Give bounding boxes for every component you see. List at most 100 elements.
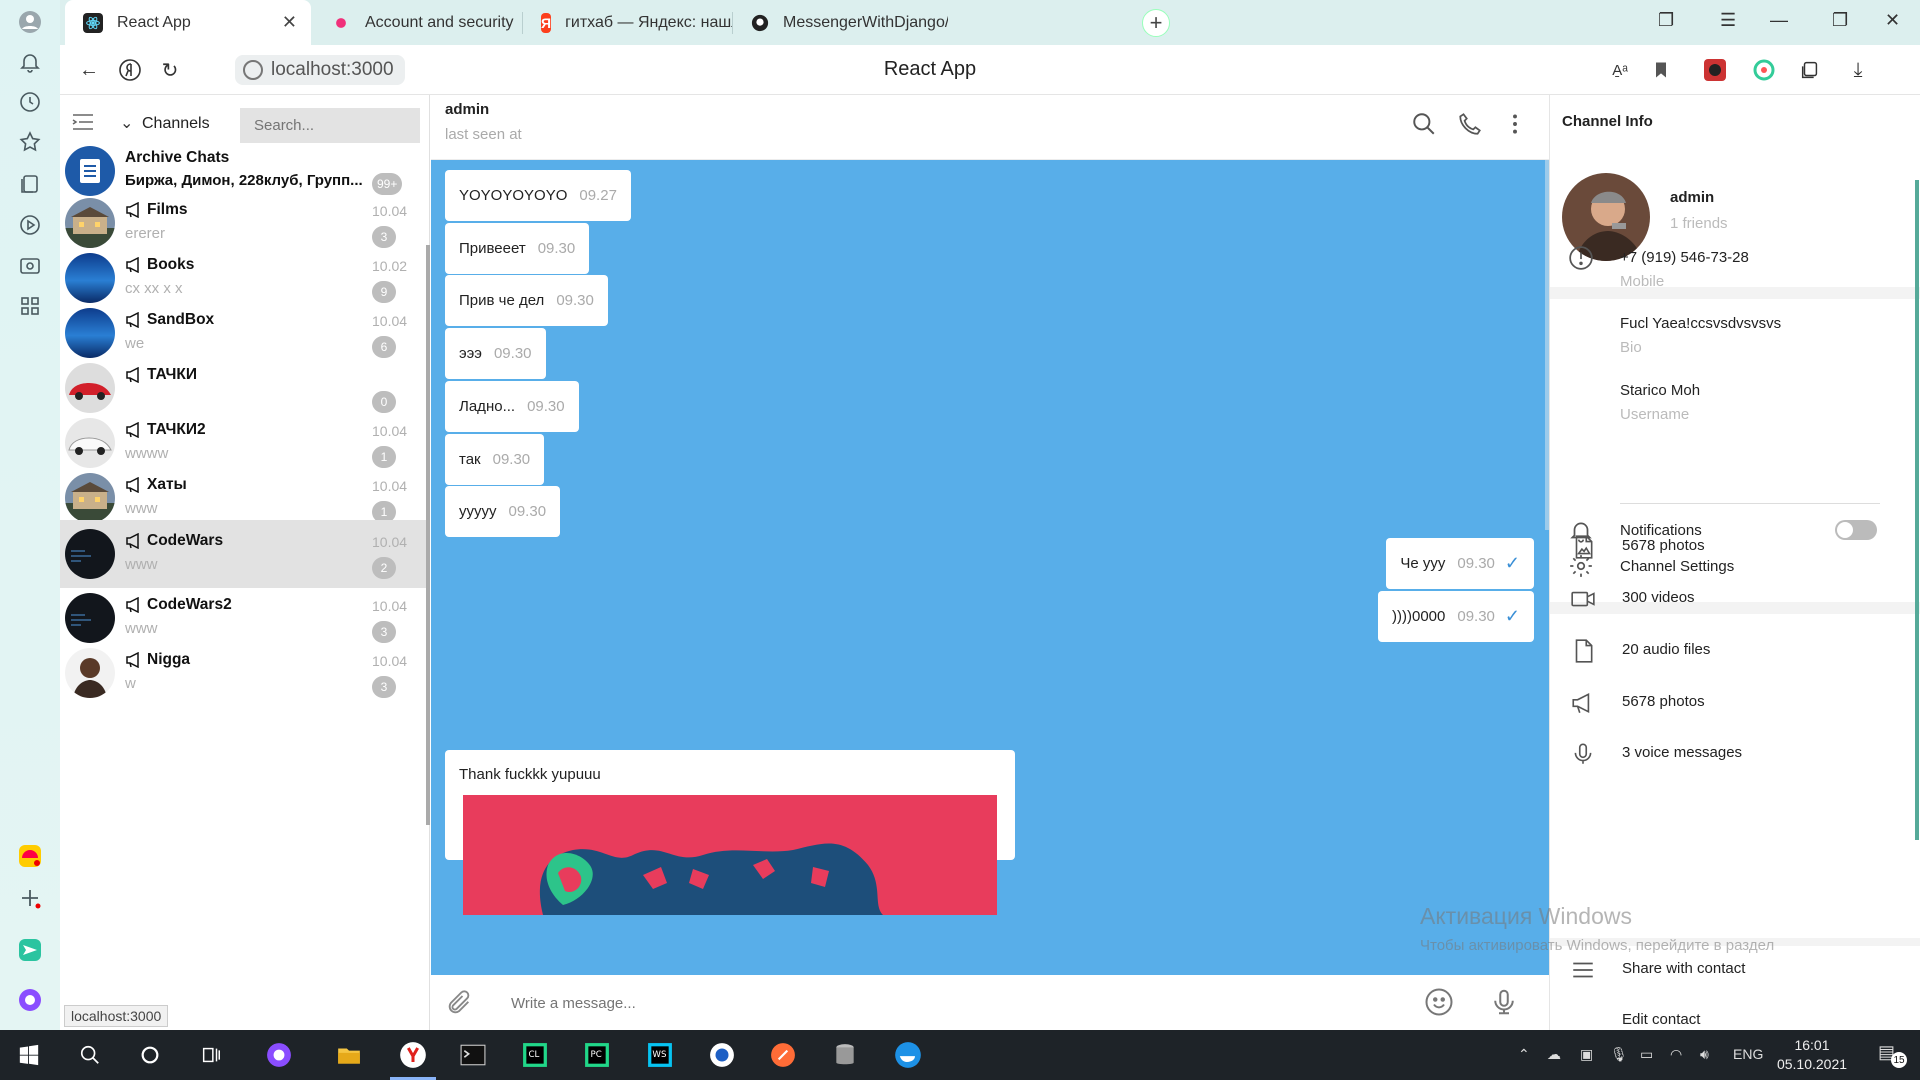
channels-label[interactable]: Channels: [142, 115, 210, 133]
incoming-message[interactable]: YOYOYOYOYO 09.27: [445, 170, 631, 221]
extension-ring-icon[interactable]: [1751, 57, 1777, 83]
messenger-app-icon[interactable]: [14, 934, 46, 966]
volume-icon[interactable]: 🔊︎: [1700, 1046, 1709, 1063]
download-icon[interactable]: ⤓: [1845, 57, 1871, 83]
list-menu-icon[interactable]: [72, 113, 94, 131]
message-image[interactable]: [463, 795, 997, 915]
yandex-browser-icon[interactable]: [390, 1040, 436, 1080]
tabs-overview-icon[interactable]: ❐: [1658, 10, 1674, 31]
bio-text[interactable]: Fucl Yaea!ccsvsdvsvsvs: [1620, 315, 1781, 332]
info-scrollbar[interactable]: [1915, 180, 1919, 840]
play-icon[interactable]: [14, 209, 46, 241]
chat-item[interactable]: ТАЧКИ2 wwww 10.04 1: [60, 415, 430, 470]
chevron-down-icon[interactable]: ⌄: [120, 113, 133, 133]
message-input[interactable]: [511, 989, 1311, 1017]
postman-icon[interactable]: [768, 1040, 798, 1070]
list-scrollbar[interactable]: [426, 245, 430, 825]
conversation-name[interactable]: admin: [445, 101, 489, 118]
tray-app-icon[interactable]: ▣: [1580, 1046, 1593, 1063]
media-link[interactable]: 5678 photos: [1622, 537, 1705, 554]
bookmark-icon[interactable]: [1648, 57, 1674, 83]
channel-settings-link[interactable]: Channel Settings: [1620, 558, 1734, 575]
media-link[interactable]: 5678 photos: [1622, 693, 1705, 710]
media-link[interactable]: 20 audio files: [1622, 641, 1710, 658]
extension-icon[interactable]: [1702, 57, 1728, 83]
alice-icon[interactable]: [14, 984, 46, 1016]
windows-start-icon[interactable]: [14, 1040, 44, 1070]
incoming-message[interactable]: Ладно... 09.30: [445, 381, 579, 432]
chat-item[interactable]: Films ererer 10.04 3: [60, 195, 430, 250]
search-input[interactable]: [240, 108, 420, 143]
file-explorer-icon[interactable]: [334, 1040, 364, 1070]
chat-item[interactable]: SandBox we 10.04 6: [60, 305, 430, 360]
restore-icon[interactable]: ❐: [1832, 10, 1848, 31]
profile-icon[interactable]: [14, 6, 46, 38]
alice-taskbar-icon[interactable]: [264, 1040, 294, 1070]
battery-icon[interactable]: ▭: [1640, 1046, 1653, 1063]
incoming-message[interactable]: эээ 09.30: [445, 328, 546, 379]
incoming-message[interactable]: yyyyy 09.30: [445, 486, 561, 537]
terminal-icon[interactable]: [458, 1040, 488, 1070]
more-options-icon[interactable]: [1502, 111, 1528, 137]
chat-item[interactable]: Books cx xx x x 10.02 9: [60, 250, 430, 305]
notifications-toggle[interactable]: [1835, 520, 1877, 540]
outgoing-message[interactable]: Че ууу 09.30 ✓: [1386, 538, 1534, 589]
new-tab-button[interactable]: +: [1142, 9, 1170, 37]
media-link[interactable]: 3 voice messages: [1622, 744, 1742, 761]
search-icon[interactable]: [75, 1040, 105, 1070]
minimize-icon[interactable]: —: [1770, 10, 1788, 31]
webstorm-icon[interactable]: WS: [645, 1040, 675, 1070]
tray-chevron-icon[interactable]: ⌃: [1518, 1046, 1530, 1063]
clock[interactable]: 16:01 05.10.2021: [1772, 1036, 1852, 1074]
search-icon[interactable]: [1411, 111, 1437, 137]
chat-item[interactable]: Archive Chats Биржа, Димон, 228клуб, Груп…: [60, 140, 430, 202]
tab-react-app[interactable]: React App ✕: [65, 0, 311, 45]
apps-grid-icon[interactable]: [14, 290, 46, 322]
screenshot-icon[interactable]: [14, 250, 46, 282]
edit-contact-link[interactable]: Edit contact: [1622, 1011, 1700, 1028]
app-circle-icon[interactable]: [707, 1040, 737, 1070]
phone-number[interactable]: +7 (919) 546-73-28: [1620, 249, 1749, 266]
share-contact-link[interactable]: Share with contact: [1622, 960, 1745, 977]
action-center-icon[interactable]: ▤ 15: [1878, 1042, 1908, 1068]
task-view-icon[interactable]: [196, 1040, 226, 1070]
input-language[interactable]: ENG: [1733, 1046, 1763, 1062]
incoming-message[interactable]: Привееет 09.30: [445, 223, 590, 274]
docker-icon[interactable]: [893, 1040, 923, 1070]
wifi-icon[interactable]: ◠: [1670, 1046, 1682, 1063]
tab-account-security[interactable]: Account and security: [313, 0, 523, 45]
incoming-message[interactable]: так 09.30: [445, 434, 545, 485]
attach-icon[interactable]: [445, 989, 473, 1017]
chat-item[interactable]: ТАЧКИ 0: [60, 360, 430, 415]
phone-icon[interactable]: [1457, 111, 1483, 137]
emoji-icon[interactable]: [1424, 987, 1454, 1017]
menu-icon[interactable]: ☰: [1720, 10, 1736, 31]
close-window-icon[interactable]: ✕: [1885, 10, 1900, 31]
collections-button-icon[interactable]: [1797, 57, 1823, 83]
collections-icon[interactable]: [14, 168, 46, 200]
chat-item[interactable]: CodeWars2 www 10.04 3: [60, 590, 430, 645]
media-link[interactable]: 300 videos: [1622, 589, 1695, 606]
incoming-message[interactable]: Прив че дел 09.30: [445, 275, 608, 326]
microphone-icon[interactable]: [1489, 987, 1519, 1017]
database-icon[interactable]: [830, 1040, 860, 1070]
chat-item[interactable]: Nigga w 10.04 3: [60, 645, 430, 700]
bell-icon[interactable]: [14, 46, 46, 78]
history-icon[interactable]: [14, 86, 46, 118]
yandex-app-icon[interactable]: [14, 840, 46, 872]
add-icon[interactable]: [14, 882, 46, 914]
pycharm-icon[interactable]: PC: [582, 1040, 612, 1070]
close-tab-icon[interactable]: ✕: [282, 12, 297, 33]
cortana-icon[interactable]: [135, 1040, 165, 1070]
chat-item[interactable]: CodeWars www 10.04 2: [60, 520, 430, 588]
username-text[interactable]: Starico Moh: [1620, 382, 1700, 399]
image-message[interactable]: Thank fuckkk yupuuu: [445, 750, 1015, 915]
translate-icon[interactable]: A̱ᵃ: [1607, 57, 1633, 83]
tab-github[interactable]: MessengerWithDjango/Co: [733, 0, 948, 45]
onedrive-icon[interactable]: ☁: [1547, 1046, 1561, 1063]
star-icon[interactable]: [14, 126, 46, 158]
outgoing-message[interactable]: ))))0000 09.30 ✓: [1378, 591, 1534, 642]
clion-icon[interactable]: CL: [520, 1040, 550, 1070]
tab-yandex-search[interactable]: Я гитхаб — Яндекс: нашлос: [523, 0, 733, 45]
tray-mic-icon[interactable]: 🎙︎: [1610, 1046, 1628, 1063]
